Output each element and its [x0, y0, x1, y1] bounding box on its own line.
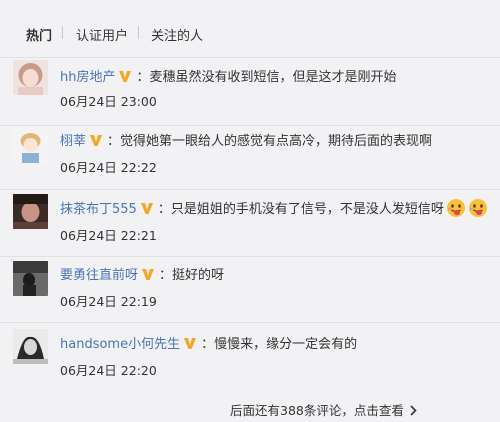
divider [0, 322, 500, 323]
username-link[interactable]: 要勇往直前呀 [60, 268, 138, 283]
comment-time: 06月24日 22:21 [60, 228, 157, 243]
comment-item: 抹茶布丁555 ：只是姐姐的手机没有了信号，不是没人发短信呀 06月24日 22:… [0, 189, 500, 257]
verified-badge-icon [183, 337, 197, 354]
comment-item: hh房地产 ：麦穗虽然没有收到短信，但是这才是刚开始 06月24日 23:00 [0, 57, 500, 125]
comment-time: 06月24日 23:00 [60, 94, 157, 109]
comment-item: handsome小何先生 ：慢慢来，缘分一定会有的 06月24日 22:20 [0, 322, 500, 390]
comment-line: 栩莘 ：觉得她第一眼给人的感觉有点高冷，期待后面的表现啊 [60, 130, 432, 150]
comment-time: 06月24日 22:20 [60, 363, 157, 378]
user-avatar[interactable] [13, 60, 48, 95]
tab-divider [62, 26, 63, 39]
divider [0, 57, 500, 58]
user-avatar[interactable] [13, 261, 48, 296]
tab-verified-users[interactable]: 认证用户 [76, 25, 128, 44]
comment-time: 06月24日 22:22 [60, 160, 157, 175]
divider [0, 189, 500, 190]
user-avatar[interactable] [13, 329, 48, 364]
user-avatar[interactable] [13, 128, 48, 163]
comment-line: 抹茶布丁555 ：只是姐姐的手机没有了信号，不是没人发短信呀 [60, 198, 488, 218]
colon-separator: ： [157, 202, 171, 217]
more-comments-text: 后面还有388条评论，点击查看 [230, 403, 404, 418]
comment-text: 只是姐姐的手机没有了信号，不是没人发短信呀 [170, 202, 444, 217]
username-link[interactable]: handsome小何先生 [60, 337, 180, 352]
verified-badge-icon [89, 134, 103, 151]
tongue-face-icon [468, 198, 488, 222]
user-avatar[interactable] [13, 194, 48, 229]
verified-badge-icon [118, 70, 132, 87]
comment-item: 要勇往直前呀 ：挺好的呀 06月24日 22:19 [0, 256, 500, 324]
chevron-right-icon [410, 404, 417, 419]
comment-text: 觉得她第一眼给人的感觉有点高冷，期待后面的表现啊 [120, 134, 433, 149]
colon-separator: ： [136, 70, 150, 85]
colon-separator: ： [159, 268, 173, 283]
colon-separator: ： [107, 134, 121, 149]
verified-badge-icon [140, 202, 154, 219]
comment-text: 慢慢来，缘分一定会有的 [214, 337, 358, 352]
username-link[interactable]: 抹茶布丁555 [60, 202, 137, 217]
username-link[interactable]: 栩莘 [60, 134, 86, 149]
comment-line: handsome小何先生 ：慢慢来，缘分一定会有的 [60, 333, 357, 353]
divider [0, 125, 500, 126]
comment-item: 栩莘 ：觉得她第一眼给人的感觉有点高冷，期待后面的表现啊 06月24日 22:22 [0, 125, 500, 193]
comment-text: 挺好的呀 [172, 268, 225, 283]
username-link[interactable]: hh房地产 [60, 70, 115, 85]
tab-hot[interactable]: 热门 [26, 25, 52, 44]
more-comments-link[interactable]: 后面还有388条评论，点击查看 [230, 400, 417, 419]
colon-separator: ： [201, 337, 215, 352]
divider [0, 256, 500, 257]
tongue-face-icon [446, 198, 466, 222]
tab-divider [138, 26, 139, 39]
comment-filter-tabs: 热门 认证用户 关注的人 [0, 0, 500, 56]
comment-line: hh房地产 ：麦穗虽然没有收到短信，但是这才是刚开始 [60, 66, 397, 86]
verified-badge-icon [141, 268, 155, 285]
tab-following[interactable]: 关注的人 [151, 25, 203, 44]
comment-text: 麦穗虽然没有收到短信，但是这才是刚开始 [149, 70, 397, 85]
comment-line: 要勇往直前呀 ：挺好的呀 [60, 264, 224, 284]
comment-time: 06月24日 22:19 [60, 294, 157, 309]
